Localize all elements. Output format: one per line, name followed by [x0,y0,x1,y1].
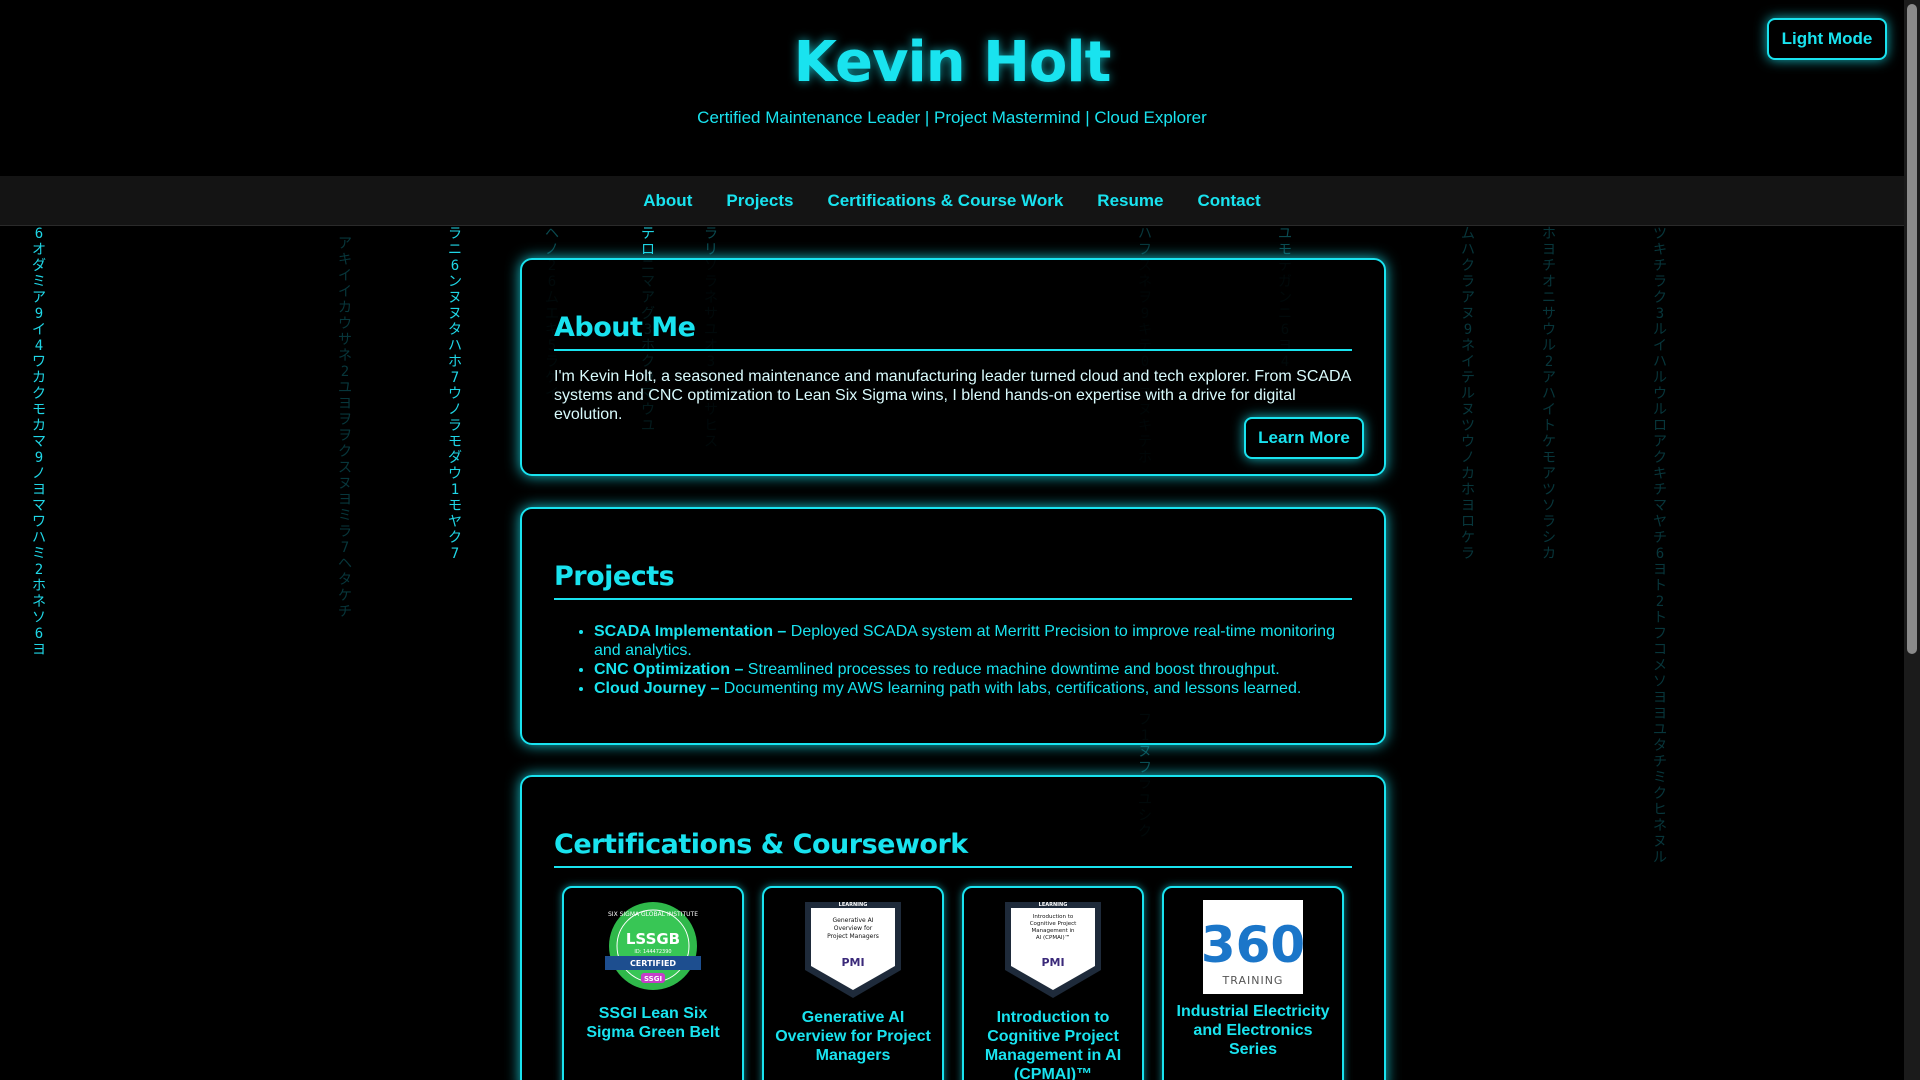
project-title: SCADA Implementation – [594,623,787,640]
projects-heading: Projects [554,561,1352,600]
about-text: I'm Kevin Holt, a seasoned maintenance a… [554,368,1351,423]
cert-card[interactable]: SIX SIGMA GLOBAL INSTITUTE LSSGB ID: 144… [562,886,744,1080]
page-scrollbar[interactable] [1904,0,1920,1080]
svg-text:AI (CPMAI)™: AI (CPMAI)™ [1036,934,1070,941]
svg-text:Overview for: Overview for [834,925,873,932]
svg-text:LSSGB: LSSGB [626,930,680,948]
site-header: Kevin Holt Certified Maintenance Leader … [0,0,1904,176]
list-item: Cloud Journey – Documenting my AWS learn… [594,679,1352,698]
360-training-logo-icon: 360 TRAINING [1203,900,1303,994]
nav-link-resume[interactable]: Resume [1097,191,1163,211]
svg-text:ID: 144472390: ID: 144472390 [634,949,671,955]
svg-text:LEARNING: LEARNING [839,902,868,908]
nav-link-certifications[interactable]: Certifications & Course Work [827,191,1063,211]
certifications-heading: Certifications & Coursework [554,829,1352,868]
pmi-badge-icon: LEARNING Generative AI Overview for Proj… [805,902,901,998]
svg-text:Cognitive Project: Cognitive Project [1030,921,1077,927]
rain-column: ホヨチオニサウル2アハイトケモアツソラシカ [1542,226,1556,562]
nav-link-contact[interactable]: Contact [1197,191,1260,211]
main-nav: About Projects Certifications & Course W… [0,176,1904,226]
cert-card[interactable]: LEARNING Introduction to Cognitive Proje… [962,886,1144,1080]
cert-name: Generative AI Overview for Project Manag… [775,1009,931,1064]
rain-column: ラニ6ンヌヌタハホ7ウノラモダウ1モヤク7 [448,226,462,562]
about-section: About Me I'm Kevin Holt, a seasoned main… [520,258,1386,476]
lssgb-badge-icon: SIX SIGMA GLOBAL INSTITUTE LSSGB ID: 144… [605,902,701,990]
svg-text:Management in: Management in [1032,928,1076,934]
rain-column: ツキチラク3ルイハルウルロアクキチマヤチ6ヨト2トフコメソヨヨユタチミクヒネヌル [1653,226,1667,866]
svg-text:Introduction to: Introduction to [1033,914,1074,920]
nav-link-about[interactable]: About [643,191,692,211]
list-item: SCADA Implementation – Deployed SCADA sy… [594,622,1352,660]
pmi-badge-icon: LEARNING Introduction to Cognitive Proje… [1005,902,1101,998]
svg-text:Generative AI: Generative AI [832,917,873,924]
project-desc: Streamlined processes to reduce machine … [743,661,1280,678]
certifications-section: Certifications & Coursework SIX SIGMA GL… [520,775,1386,1080]
rain-column: ムハクラアヌ9ネイテルヌツウノカホヨロケラ [1461,226,1475,562]
site-tagline: Certified Maintenance Leader | Project M… [697,108,1207,127]
project-title: CNC Optimization – [594,661,744,678]
cert-name: SSGI Lean Six Sigma Green Belt [586,1005,720,1041]
svg-text:TRAINING: TRAINING [1222,974,1284,987]
svg-text:Project Managers: Project Managers [827,933,879,940]
svg-text:PMI: PMI [1041,956,1064,969]
rain-column: アキイイカウサネ2ユヨヲヲクスヌヨミラ7ヘタケチ [338,236,352,620]
about-heading: About Me [554,312,1352,351]
site-title: Kevin Holt [793,30,1112,95]
list-item: CNC Optimization – Streamlined processes… [594,660,1352,679]
svg-text:360: 360 [1203,916,1303,974]
projects-section: Projects SCADA Implementation – Deployed… [520,507,1386,745]
svg-text:LEARNING: LEARNING [1039,902,1068,908]
nav-link-projects[interactable]: Projects [726,191,793,211]
cert-card[interactable]: 360 TRAINING Industrial Electricity and … [1162,886,1344,1080]
cert-name: Industrial Electricity and Electronics S… [1176,1003,1330,1058]
svg-text:CERTIFIED: CERTIFIED [630,959,676,968]
svg-text:SSGI: SSGI [644,975,662,983]
project-title: Cloud Journey – [594,680,720,697]
svg-text:PMI: PMI [841,956,864,969]
certifications-grid: SIX SIGMA GLOBAL INSTITUTE LSSGB ID: 144… [554,886,1352,1080]
cert-card[interactable]: LEARNING Generative AI Overview for Proj… [762,886,944,1080]
project-desc: Documenting my AWS learning path with la… [719,680,1302,697]
scrollbar-thumb[interactable] [1907,4,1917,654]
svg-text:SIX SIGMA GLOBAL INSTITUTE: SIX SIGMA GLOBAL INSTITUTE [608,911,698,918]
rain-column: 6オダミア9イ4ワカクモカマ9ノヨマワハミ2ホネソ6ヨ [32,226,46,658]
learn-more-button[interactable]: Learn More [1244,417,1364,459]
cert-name: Introduction to Cognitive Project Manage… [984,1009,1122,1080]
light-mode-toggle-button[interactable]: Light Mode [1767,18,1887,60]
projects-list: SCADA Implementation – Deployed SCADA sy… [554,622,1352,698]
